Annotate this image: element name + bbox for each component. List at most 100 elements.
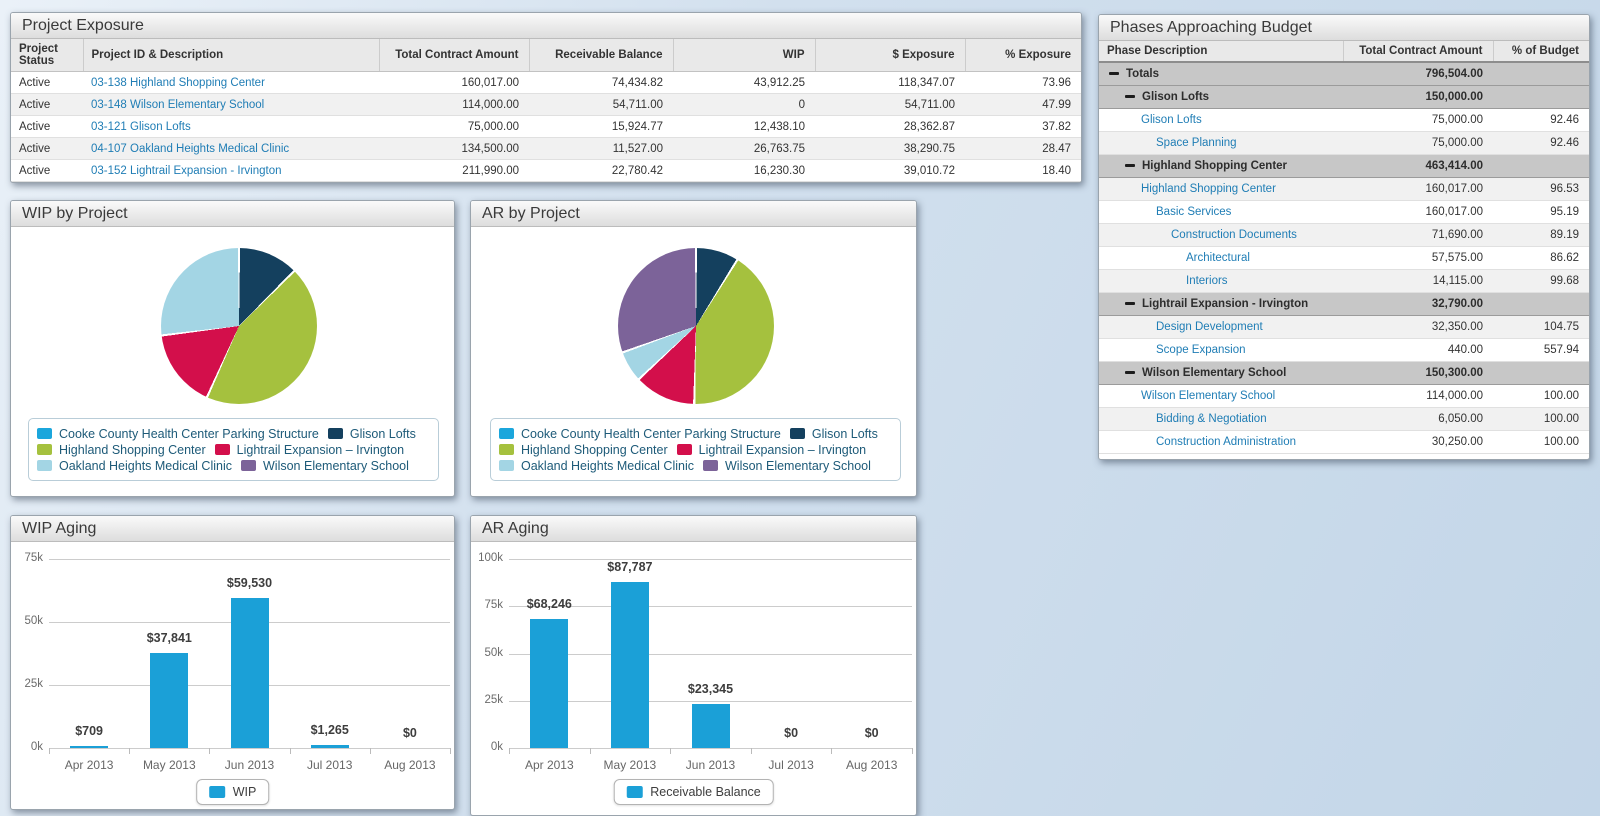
table-row: Highland Shopping Center 463,414.00 bbox=[1099, 153, 1589, 178]
phase-link[interactable]: Construction Documents bbox=[1171, 229, 1297, 241]
phase-link[interactable]: Architectural bbox=[1186, 252, 1250, 264]
collapse-icon[interactable] bbox=[1109, 71, 1119, 75]
phase-link[interactable]: Construction Administration bbox=[1156, 436, 1296, 448]
bar[interactable] bbox=[70, 746, 109, 748]
bar[interactable] bbox=[310, 745, 349, 748]
x-axis-category-label: Apr 2013 bbox=[64, 758, 114, 772]
group-label: Glison Lofts bbox=[1142, 90, 1210, 103]
collapse-icon[interactable] bbox=[1125, 370, 1135, 374]
bar[interactable] bbox=[691, 704, 730, 748]
project-link[interactable]: 03-138 Highland Shopping Center bbox=[91, 77, 265, 89]
legend-label: Highland Shopping Center bbox=[521, 442, 668, 457]
phase-link[interactable]: Design Development bbox=[1156, 321, 1263, 333]
collapse-icon[interactable] bbox=[1125, 94, 1135, 98]
table-row: Lightrail Expansion - Irvington 32,790.0… bbox=[1099, 291, 1589, 316]
wip-amount: 43,912.25 bbox=[673, 71, 815, 94]
phase-link[interactable]: Glison Lofts bbox=[1141, 114, 1202, 126]
x-axis-tick bbox=[509, 748, 510, 754]
legend-swatch-icon bbox=[626, 786, 643, 798]
total-contract-amount: 14,115.00 bbox=[1343, 269, 1493, 293]
total-contract-amount: 160,017.00 bbox=[1343, 177, 1493, 201]
ar-pie-chart[interactable] bbox=[618, 248, 774, 404]
project-status: Active bbox=[11, 159, 83, 182]
x-axis-tick bbox=[369, 748, 371, 754]
total-contract-amount: 114,000.00 bbox=[1343, 384, 1493, 408]
legend-item[interactable]: Cooke County Health Center Parking Struc… bbox=[499, 427, 781, 441]
table-row: Wilson Elementary School 150,300.00 bbox=[1099, 360, 1589, 385]
group-label: Totals bbox=[1126, 67, 1160, 80]
total-contract-amount: 75,000.00 bbox=[1343, 108, 1493, 132]
project-status: Active bbox=[11, 71, 83, 94]
phase-description: Scope Expansion bbox=[1099, 338, 1343, 362]
phases-budget-title: Phases Approaching Budget bbox=[1099, 15, 1589, 41]
receivable-balance: 74,434.82 bbox=[529, 71, 673, 94]
legend-item[interactable]: Cooke County Health Center Parking Struc… bbox=[37, 427, 319, 441]
x-axis-tick bbox=[670, 748, 672, 754]
legend-item[interactable]: Wilson Elementary School bbox=[241, 459, 409, 473]
x-axis-category-label: Jun 2013 bbox=[685, 758, 736, 772]
legend-item[interactable]: Lightrail Expansion – Irvington bbox=[214, 443, 404, 457]
legend-item[interactable]: Oakland Heights Medical Clinic bbox=[499, 459, 694, 473]
legend-item[interactable]: Wilson Elementary School bbox=[703, 459, 871, 473]
phase-link[interactable]: Scope Expansion bbox=[1156, 344, 1246, 356]
gridline bbox=[49, 748, 450, 749]
table-row: Design Development 32,350.00 104.75 bbox=[1099, 315, 1589, 339]
collapse-icon[interactable] bbox=[1125, 163, 1135, 167]
table-row: Totals 796,504.00 bbox=[1099, 61, 1589, 86]
phase-description: Glison Lofts bbox=[1099, 84, 1343, 109]
phase-link[interactable]: Highland Shopping Center bbox=[1141, 183, 1276, 195]
project-link[interactable]: 03-148 Wilson Elementary School bbox=[91, 99, 264, 111]
phase-description: Space Planning bbox=[1099, 131, 1343, 155]
legend-item[interactable]: Lightrail Expansion – Irvington bbox=[676, 443, 866, 457]
legend-swatch-icon bbox=[327, 428, 343, 439]
legend-label: Cooke County Health Center Parking Struc… bbox=[521, 426, 781, 441]
legend-item[interactable]: Oakland Heights Medical Clinic bbox=[37, 459, 232, 473]
phase-link[interactable]: Wilson Elementary School bbox=[1141, 390, 1275, 402]
column-header: Project ID & Description bbox=[83, 39, 380, 72]
phase-description: Interiors bbox=[1099, 269, 1343, 293]
bar[interactable] bbox=[530, 619, 569, 748]
chart-legend[interactable]: WIP bbox=[195, 779, 270, 805]
project-link-cell: 03-121 Glison Lofts bbox=[83, 115, 379, 138]
bar[interactable] bbox=[610, 582, 649, 748]
project-exposure-table: Project Status Project ID & Description Tot… bbox=[11, 39, 1081, 182]
percent-of-budget bbox=[1493, 153, 1589, 178]
chart-legend[interactable]: Receivable Balance bbox=[613, 779, 774, 805]
wip-amount: 16,230.30 bbox=[673, 159, 815, 182]
ar-aging-chart: 0k 25k 50k 75k 100k $68,246 Apr 2013 $87,787 May… bbox=[471, 516, 916, 815]
project-link[interactable]: 04-107 Oakland Heights Medical Clinic bbox=[91, 143, 289, 155]
total-contract-amount: 160,017.00 bbox=[379, 71, 529, 94]
column-header: WIP bbox=[673, 39, 816, 72]
legend-label: Oakland Heights Medical Clinic bbox=[521, 458, 694, 473]
y-axis-label: 50k bbox=[24, 615, 43, 627]
percent-of-budget: 86.62 bbox=[1493, 246, 1589, 270]
legend-swatch-icon bbox=[208, 786, 225, 798]
gridline bbox=[509, 653, 912, 655]
wip-pie-chart[interactable] bbox=[161, 248, 317, 404]
legend-item[interactable]: Glison Lofts bbox=[327, 427, 416, 441]
total-contract-amount: 75,000.00 bbox=[379, 115, 529, 138]
table-row: Glison Lofts 150,000.00 bbox=[1099, 84, 1589, 109]
legend-item[interactable]: Highland Shopping Center bbox=[499, 443, 668, 457]
collapse-icon[interactable] bbox=[1125, 301, 1135, 305]
phase-link[interactable]: Space Planning bbox=[1156, 137, 1237, 149]
x-axis-category-label: Apr 2013 bbox=[524, 758, 574, 772]
bar[interactable] bbox=[230, 598, 269, 748]
total-contract-amount: 32,790.00 bbox=[1343, 291, 1493, 316]
ar-by-project-panel: AR by Project Cooke County Health Center… bbox=[470, 200, 917, 497]
legend-item[interactable]: Glison Lofts bbox=[789, 427, 878, 441]
legend-item[interactable]: Highland Shopping Center bbox=[37, 443, 206, 457]
legend-label: Oakland Heights Medical Clinic bbox=[59, 458, 232, 473]
legend-swatch-icon bbox=[214, 444, 230, 455]
project-link-cell: 03-148 Wilson Elementary School bbox=[83, 93, 379, 116]
project-link[interactable]: 03-121 Glison Lofts bbox=[91, 121, 191, 133]
bar[interactable] bbox=[150, 653, 189, 748]
receivable-balance: 22,780.42 bbox=[529, 159, 673, 182]
project-link-cell: 04-107 Oakland Heights Medical Clinic bbox=[83, 137, 379, 160]
phase-link[interactable]: Bidding & Negotiation bbox=[1156, 413, 1267, 425]
percent-of-budget: 100.00 bbox=[1493, 384, 1589, 408]
phase-link[interactable]: Basic Services bbox=[1156, 206, 1231, 218]
total-contract-amount: 57,575.00 bbox=[1343, 246, 1493, 270]
project-link[interactable]: 03-152 Lightrail Expansion - Irvington bbox=[91, 165, 282, 177]
phase-link[interactable]: Interiors bbox=[1186, 275, 1228, 287]
